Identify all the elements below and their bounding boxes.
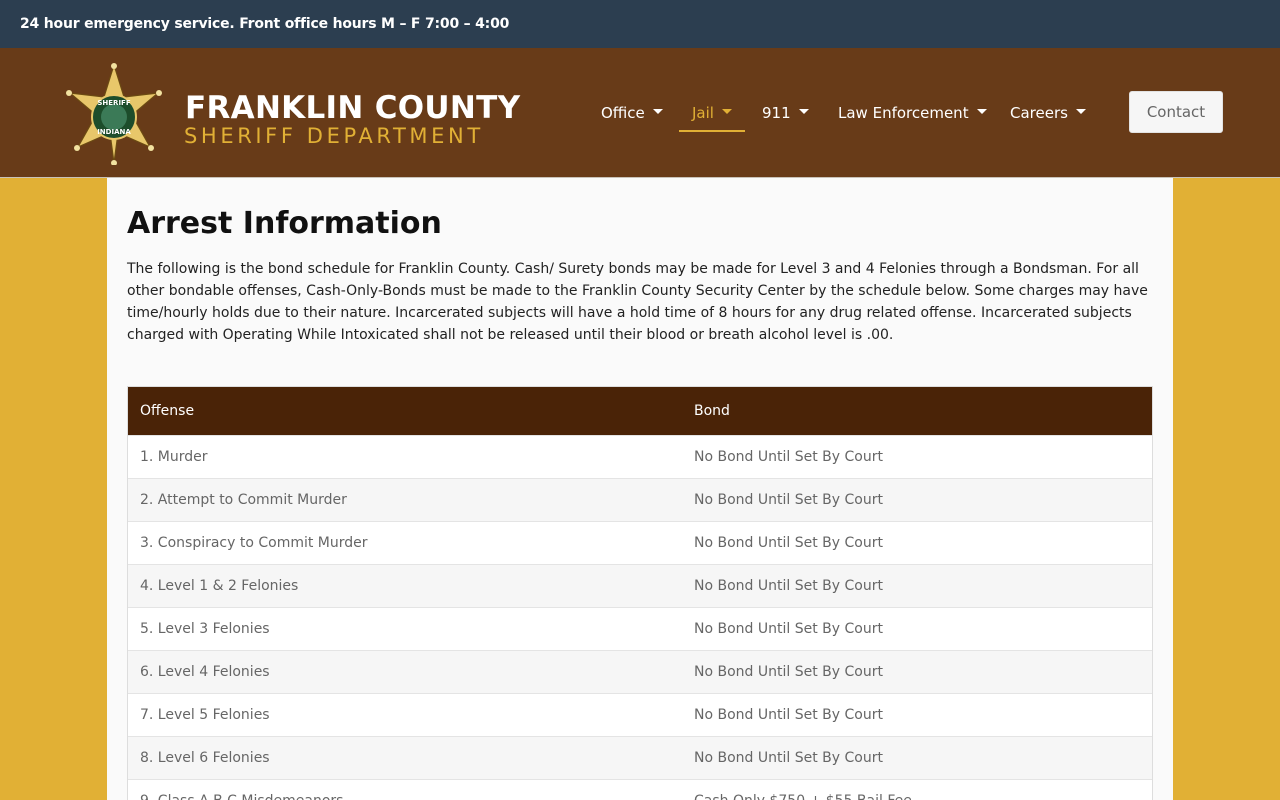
contact-button[interactable]: Contact — [1129, 91, 1223, 133]
offense-cell: 3. Conspiracy to Commit Murder — [140, 535, 368, 551]
table-row: 4. Level 1 & 2 Felonies No Bond Until Set… — [128, 564, 1152, 607]
site-header: SHERIFF INDIANA FRANKLIN COUNTY SHERIFF … — [0, 48, 1280, 178]
nav-item-office[interactable]: Office — [601, 98, 663, 132]
nav-label-office: Office — [601, 104, 645, 122]
offense-cell: 7. Level 5 Felonies — [140, 707, 270, 723]
nav-label-911: 911 — [762, 104, 791, 122]
bond-cell: No Bond Until Set By Court — [694, 535, 883, 551]
table-row: 7. Level 5 Felonies No Bond Until Set By … — [128, 693, 1152, 736]
bond-cell: No Bond Until Set By Court — [694, 492, 883, 508]
header-offense: Offense — [140, 403, 195, 419]
table-row: 8. Level 6 Felonies No Bond Until Set By … — [128, 736, 1152, 779]
chevron-down-icon — [652, 109, 663, 114]
chevron-down-icon — [721, 109, 732, 114]
nav-item-careers[interactable]: Careers — [1010, 98, 1086, 132]
header-bond: Bond — [694, 403, 730, 419]
table-row: 2. Attempt to Commit Murder No Bond Until… — [128, 478, 1152, 521]
bond-schedule-table: Offense Bond 1. Murder No Bond Until Set … — [127, 386, 1153, 800]
chevron-down-icon — [798, 109, 809, 114]
bond-cell: No Bond Until Set By Court — [694, 449, 883, 465]
main-nav: Office Jail 911 Law Enforcement Careers — [0, 48, 1280, 178]
nav-item-911[interactable]: 911 — [762, 98, 809, 132]
nav-item-law-enforcement[interactable]: Law Enforcement — [838, 98, 987, 132]
offense-cell: 8. Level 6 Felonies — [140, 750, 270, 766]
table-row: 5. Level 3 Felonies No Bond Until Set By … — [128, 607, 1152, 650]
nav-label-law-enforcement: Law Enforcement — [838, 104, 969, 122]
offense-cell: 9. Class A,B,C Misdemeanors — [128, 780, 682, 800]
intro-paragraph: The following is the bond schedule for F… — [127, 261, 1148, 343]
table-body: 1. Murder No Bond Until Set By Court 2. A… — [128, 435, 1152, 800]
chevron-down-icon — [976, 109, 987, 114]
offense-cell: 4. Level 1 & 2 Felonies — [140, 578, 299, 594]
table-row: 6. Level 4 Felonies No Bond Until Set By … — [128, 650, 1152, 693]
table-header: Offense Bond — [128, 387, 1152, 435]
offense-cell: 6. Level 4 Felonies — [140, 664, 270, 680]
table-row: 9. Class A,B,C MisdemeanorsCash Only $75… — [128, 779, 1152, 800]
bond-cell: No Bond Until Set By Court — [694, 664, 883, 680]
nav-label-careers: Careers — [1010, 104, 1068, 122]
bond-cell: No Bond Until Set By Court — [694, 578, 883, 594]
offense-cell: 1. Murder — [140, 449, 208, 465]
offense-cell: 2. Attempt to Commit Murder — [140, 492, 347, 508]
offense-cell: 5. Level 3 Felonies — [140, 621, 270, 637]
bond-cell: Cash Only $750 + $55 Bail Fee — [682, 780, 1152, 800]
chevron-down-icon — [1075, 109, 1086, 114]
bond-cell: No Bond Until Set By Court — [694, 750, 883, 766]
bond-cell: No Bond Until Set By Court — [694, 621, 883, 637]
top-info-bar: 24 hour emergency service. Front office … — [0, 0, 1280, 48]
nav-label-jail: Jail — [692, 104, 714, 122]
table-row: 1. Murder No Bond Until Set By Court — [128, 435, 1152, 478]
bond-cell: No Bond Until Set By Court — [694, 707, 883, 723]
nav-item-jail[interactable]: Jail — [679, 98, 745, 132]
page-title: Arrest Information — [127, 206, 442, 241]
table-row: 3. Conspiracy to Commit Murder No Bond Un… — [128, 521, 1152, 564]
